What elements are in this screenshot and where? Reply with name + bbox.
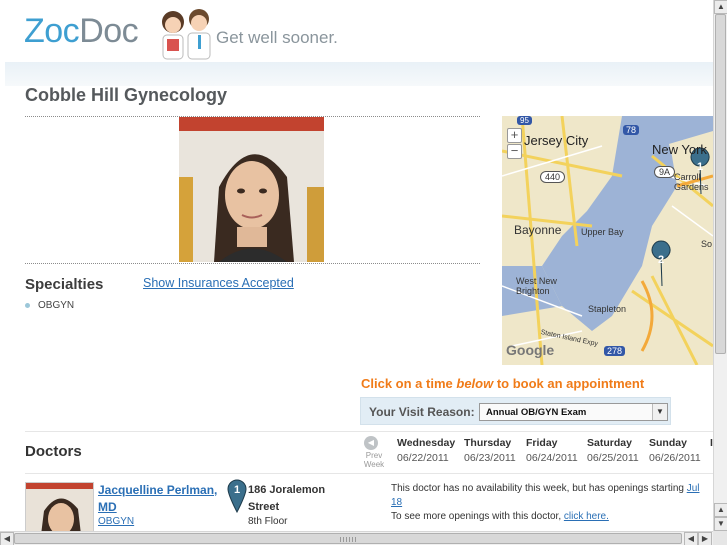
page-title: Cobble Hill Gynecology: [25, 85, 228, 105]
mascots-icon: [162, 9, 211, 60]
bullet-icon: [25, 303, 30, 308]
day-date: 06/26/2011: [649, 452, 701, 464]
day-name: Friday: [526, 437, 558, 449]
logo-zoc: Zoc: [24, 12, 80, 50]
specialty-item: OBGYN: [25, 300, 74, 311]
day-name: Saturday: [587, 437, 632, 449]
scroll-right-arrow-icon[interactable]: ▶: [698, 532, 712, 545]
zocdoc-logo[interactable]: ZocDoc: [24, 12, 139, 51]
vertical-scrollbar[interactable]: ▲ ▲ ▼: [713, 0, 727, 531]
map-pin-1-label[interactable]: 1: [697, 161, 703, 173]
day-column-sunday: Sunday 06/26/2011: [649, 437, 701, 464]
map-label-west-new-brighton: West New Brighton: [516, 276, 557, 296]
day-date: 06/25/2011: [587, 452, 639, 464]
availability-text: This doctor has no availability this wee…: [391, 483, 687, 494]
map-zoom-in-button[interactable]: +: [507, 128, 522, 143]
cta-text-after: to book an appointment: [493, 376, 645, 391]
prev-week-label[interactable]: Prev Week: [363, 451, 385, 469]
scroll-up-arrow-icon[interactable]: ▲: [714, 0, 727, 14]
map-label-new-york: New York: [652, 142, 707, 157]
doctor-portrait-icon: [179, 117, 324, 262]
scroll-left-arrow-icon[interactable]: ◀: [0, 532, 14, 545]
header-band: [5, 62, 713, 86]
doctor-specialty-link[interactable]: OBGYN: [98, 516, 134, 527]
map-zoom-out-button[interactable]: −: [507, 144, 522, 159]
map-label-stapleton: Stapleton: [588, 304, 627, 314]
logo-doc: Doc: [79, 12, 139, 50]
scroll-up-arrow-icon[interactable]: ▲: [714, 503, 727, 517]
day-date: 06/24/2011: [526, 452, 578, 464]
road-shield-278: 278: [604, 346, 626, 356]
day-column-thursday: Thursday 06/23/2011: [464, 437, 516, 464]
specialties-heading: Specialties: [25, 276, 104, 293]
show-insurances-link[interactable]: Show Insurances Accepted: [143, 276, 294, 290]
day-name: Thursday: [464, 437, 512, 449]
horizontal-scroll-thumb[interactable]: [14, 533, 682, 544]
road-shield-78: 78: [623, 125, 640, 135]
day-name: Wednesday: [397, 437, 456, 449]
day-date: 06/22/2011: [397, 452, 449, 464]
visit-reason-label: Your Visit Reason:: [369, 405, 475, 419]
map-label-so: So: [701, 239, 713, 249]
scroll-grip-icon: [340, 537, 356, 542]
day-name: Sunday: [649, 437, 687, 449]
divider: [25, 431, 713, 432]
visit-reason-value: Annual OB/GYN Exam: [486, 407, 587, 418]
day-column-saturday: Saturday 06/25/2011: [587, 437, 639, 464]
day-date: 06/23/2011: [464, 452, 516, 464]
divider: [25, 263, 480, 264]
scrollbar-corner: [713, 531, 727, 545]
prev-week-icon[interactable]: ◀: [364, 436, 378, 450]
doctors-heading: Doctors: [25, 443, 82, 460]
doctor-name-link[interactable]: Jacquelline Perlman, MD: [98, 482, 223, 516]
scroll-down-arrow-icon[interactable]: ▼: [714, 517, 727, 531]
location-pin-icon: 1: [227, 479, 247, 513]
more-openings-text: To see more openings with this doctor,: [391, 511, 564, 522]
pin-number: 1: [234, 484, 240, 496]
doctor-address-floor: 8th Floor: [248, 516, 288, 527]
map-label-carroll-gardens: Carroll Gardens: [674, 172, 709, 192]
road-shield-9a: 9A: [654, 166, 676, 178]
location-map[interactable]: Jersey City New York Bayonne Upper Bay W…: [502, 116, 713, 365]
map-label-jersey-city: Jersey City: [524, 133, 589, 148]
road-shield-95: 95: [517, 116, 532, 125]
visit-reason-bar: Your Visit Reason: Annual OB/GYN Exam ▼: [360, 397, 671, 425]
map-label-bayonne: Bayonne: [514, 223, 562, 237]
booking-instruction: Click on a time below to book an appoint…: [361, 376, 644, 391]
doctor-thumbnail[interactable]: [25, 482, 94, 531]
tagline: Get well sooner.: [216, 28, 338, 47]
vertical-scroll-thumb[interactable]: [715, 14, 726, 354]
divider: [25, 473, 713, 474]
day-column-wednesday: Wednesday 06/22/2011: [397, 437, 455, 464]
map-label-upper-bay: Upper Bay: [581, 227, 624, 237]
map-pin-2-label[interactable]: 2: [658, 254, 664, 266]
google-logo: Google: [506, 342, 555, 358]
practice-photo: [179, 117, 324, 262]
more-openings-link[interactable]: click here.: [564, 511, 609, 522]
horizontal-scrollbar[interactable]: ◀ ◀ ▶: [0, 531, 713, 545]
specialty-label: OBGYN: [38, 300, 75, 311]
dropdown-arrow-icon[interactable]: ▼: [652, 404, 667, 420]
road-shield-440: 440: [540, 171, 566, 183]
visit-reason-select[interactable]: Annual OB/GYN Exam ▼: [479, 403, 668, 421]
availability-message: This doctor has no availability this wee…: [391, 482, 713, 524]
doctor-address: 186 Joralemon Street: [248, 484, 326, 513]
cta-text-before: Click on a time: [361, 376, 457, 391]
doctor-avatar-icon: [26, 483, 93, 531]
cta-text-emphasis: below: [456, 376, 494, 391]
scroll-left-arrow-icon[interactable]: ◀: [684, 532, 698, 545]
browser-viewport: ZocDoc Get well sooner. Cobble Hill Gyne…: [0, 0, 713, 531]
day-column-friday: Friday 06/24/2011: [526, 437, 578, 464]
